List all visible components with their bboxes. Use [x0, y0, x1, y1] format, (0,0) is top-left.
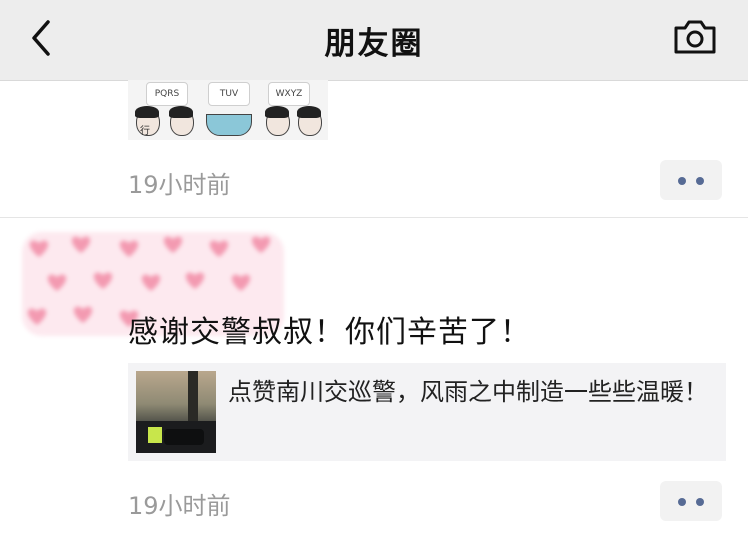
keyboard-key: WXYZ	[268, 82, 310, 106]
dot-icon	[696, 177, 704, 185]
sticker-face	[297, 106, 322, 136]
link-thumbnail	[136, 371, 216, 453]
sticker-bathtub	[206, 114, 252, 136]
keyboard-key: PQRS	[146, 82, 188, 106]
keyboard-key: TUV	[208, 82, 250, 106]
sticker-face	[169, 106, 194, 136]
dot-icon	[678, 498, 686, 506]
street-photo-icon	[136, 371, 216, 453]
post-text: 感谢交警叔叔！你们辛苦了！	[128, 315, 531, 350]
page-title: 朋友圈	[324, 26, 424, 62]
post-image[interactable]: PQRS TUV WXYZ 行	[128, 80, 328, 140]
post-time: 19小时前	[128, 171, 231, 199]
camera-icon[interactable]	[672, 16, 718, 56]
link-title: 点赞南川交巡警，风雨之中制造一些些温暖！	[228, 378, 708, 406]
post-time: 19小时前	[128, 492, 231, 520]
dot-icon	[696, 498, 704, 506]
shared-link-card[interactable]: 点赞南川交巡警，风雨之中制造一些些温暖！	[128, 363, 726, 461]
sticker-face	[265, 106, 290, 136]
more-button[interactable]	[660, 481, 722, 521]
more-button[interactable]	[660, 160, 722, 200]
nav-bar: 朋友圈	[0, 0, 748, 81]
dot-icon	[678, 177, 686, 185]
sticker-label: 行	[140, 126, 150, 137]
divider	[0, 217, 748, 218]
